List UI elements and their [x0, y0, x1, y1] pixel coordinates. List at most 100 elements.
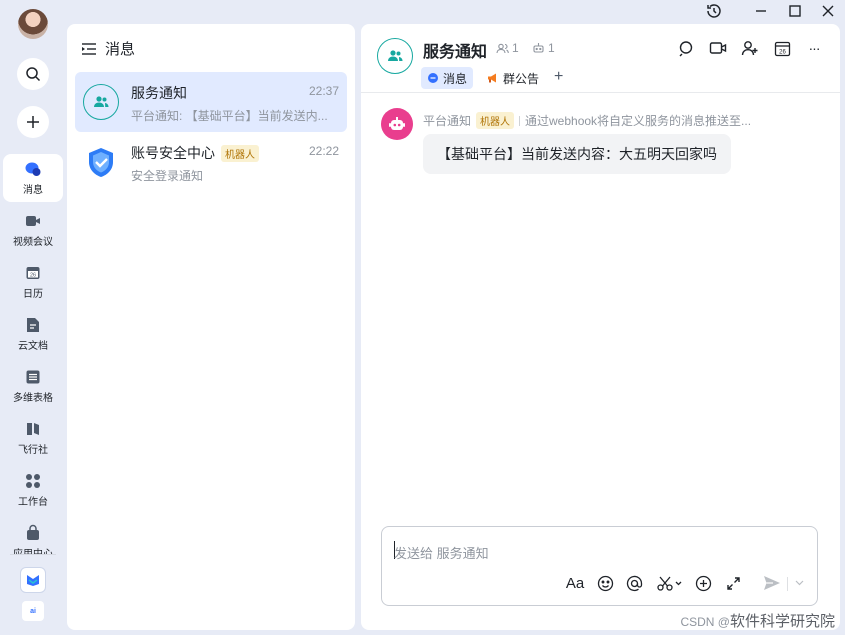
expand-editor-button[interactable]	[723, 573, 743, 593]
rail-item-label: 多维表格	[13, 393, 53, 404]
minimize-icon[interactable]	[752, 2, 770, 20]
header-divider	[361, 92, 840, 93]
pinned-app-icon[interactable]	[20, 567, 46, 593]
emoji-button[interactable]	[595, 573, 615, 593]
shield-icon	[89, 148, 113, 177]
more-button[interactable]: ···	[804, 38, 824, 58]
mention-button[interactable]	[624, 573, 644, 593]
table-icon	[24, 368, 42, 386]
rail-item-messages[interactable]: 消息	[3, 154, 63, 202]
rail-item-video[interactable]: 视频会议	[3, 206, 63, 254]
chat-bubble-icon	[428, 73, 438, 83]
calendar-icon: 26	[774, 41, 790, 56]
pinned-app-logo-text: ai	[30, 607, 36, 615]
chevron-down-icon	[795, 580, 803, 586]
chat-panel: 服务通知 1 1 消息 群公告 + 26 ··· 平台通知 机器人 通过webh…	[361, 24, 840, 630]
conversation-item[interactable]: 服务通知 22:37 平台通知: 【基础平台】当前发送内...	[75, 72, 347, 132]
send-button[interactable]	[762, 573, 782, 593]
tab-messages[interactable]: 消息	[421, 67, 474, 89]
rail-item-label: 日历	[23, 289, 43, 300]
rail-item-label: 飞行社	[18, 445, 48, 456]
message-composer[interactable]: 发送给 服务通知 Aa	[381, 526, 818, 606]
rail-item-wiki[interactable]: 飞行社	[3, 414, 63, 462]
font-format-button[interactable]: Aa	[565, 573, 585, 593]
send-icon	[764, 576, 780, 590]
maximize-icon[interactable]	[786, 2, 804, 20]
rail-divider	[10, 554, 56, 555]
robot-icon	[533, 43, 544, 53]
megaphone-icon	[488, 73, 496, 83]
create-button[interactable]	[17, 106, 49, 138]
close-icon[interactable]	[819, 2, 837, 20]
bot-badge: 机器人	[476, 112, 515, 129]
rail-item-label: 应用中心	[13, 545, 53, 554]
history-icon[interactable]	[705, 2, 723, 20]
document-icon	[24, 316, 42, 334]
users-icon	[94, 96, 109, 107]
calendar-button[interactable]: 26	[772, 38, 792, 58]
conversation-title: 账号安全中心 机器人	[131, 143, 259, 163]
watermark-prefix: CSDN @	[680, 615, 730, 629]
font-icon: Aa	[565, 574, 585, 592]
tab-announcement[interactable]: 群公告	[481, 67, 545, 89]
add-tab-button[interactable]: +	[554, 68, 563, 86]
plus-icon	[27, 116, 39, 128]
emoji-icon	[597, 575, 613, 591]
list-title: 消息	[105, 41, 136, 58]
svg-text:26: 26	[779, 49, 786, 55]
search-button[interactable]	[17, 58, 49, 90]
grid-icon	[24, 472, 42, 490]
conversation-preview: 安全登录通知	[131, 169, 204, 183]
plus-circle-icon	[695, 575, 711, 591]
more-icon: ···	[808, 40, 821, 56]
search-chat-button[interactable]	[676, 38, 696, 58]
conversation-title: 服务通知	[131, 85, 187, 101]
rail-item-app-center[interactable]: 应用中心	[3, 518, 63, 554]
rail-item-calendar[interactable]: 26 日历	[3, 258, 63, 306]
robot-icon	[389, 117, 405, 130]
message-sender: 平台通知	[423, 114, 472, 128]
chat-title[interactable]: 服务通知	[423, 38, 487, 62]
video-icon	[24, 212, 42, 230]
rail-item-label: 工作台	[18, 497, 48, 508]
collapse-menu-icon[interactable]	[81, 42, 97, 56]
rail-item-bitable[interactable]: 多维表格	[3, 362, 63, 410]
watermark: CSDN @软件科学研究院	[680, 610, 835, 631]
search-icon	[26, 67, 41, 82]
rail-item-label: 消息	[23, 185, 43, 196]
message-meta: 平台通知 机器人 通过webhook将自定义服务的消息推送至...	[423, 112, 751, 129]
bot-count[interactable]: 1	[532, 41, 555, 55]
bot-badge: 机器人	[221, 144, 259, 162]
rail-item-workplace[interactable]: 工作台	[3, 466, 63, 514]
watermark-text: 软件科学研究院	[729, 613, 835, 630]
rail-item-docs[interactable]: 云文档	[3, 310, 63, 358]
conversation-item[interactable]: 账号安全中心 机器人 22:22 安全登录通知	[75, 132, 347, 192]
list-header: 消息	[81, 38, 135, 59]
scissors-icon	[657, 576, 682, 591]
composer-placeholder: 发送给 服务通知	[394, 546, 489, 561]
message-bubble[interactable]: 【基础平台】当前发送内容：大五明天回家吗	[423, 134, 731, 174]
send-divider	[787, 577, 788, 591]
bot-avatar[interactable]	[381, 108, 413, 140]
users-icon	[388, 50, 403, 61]
at-icon	[626, 575, 642, 591]
conversation-time: 22:37	[308, 84, 339, 98]
add-member-button[interactable]	[740, 38, 760, 58]
member-count[interactable]: 1	[496, 41, 519, 55]
svg-text:26: 26	[30, 273, 36, 279]
chat-avatar[interactable]	[377, 38, 413, 74]
user-avatar[interactable]	[18, 9, 48, 39]
pinned-app-logo-icon[interactable]: ai	[22, 601, 44, 621]
send-options-button[interactable]	[792, 573, 806, 593]
conversation-list-panel: 消息 服务通知 22:37 平台通知: 【基础平台】当前发送内... 账号安全中…	[67, 24, 355, 630]
shield-avatar	[83, 144, 119, 180]
video-call-button[interactable]	[708, 38, 728, 58]
add-user-icon	[741, 40, 758, 55]
add-attachment-button[interactable]	[693, 573, 713, 593]
video-icon	[709, 42, 727, 54]
conversation-preview: 平台通知: 【基础平台】当前发送内...	[131, 109, 328, 123]
members-icon	[496, 43, 509, 53]
meta-divider	[519, 115, 521, 126]
screenshot-button[interactable]	[655, 573, 685, 593]
rail-item-label: 视频会议	[13, 237, 53, 248]
